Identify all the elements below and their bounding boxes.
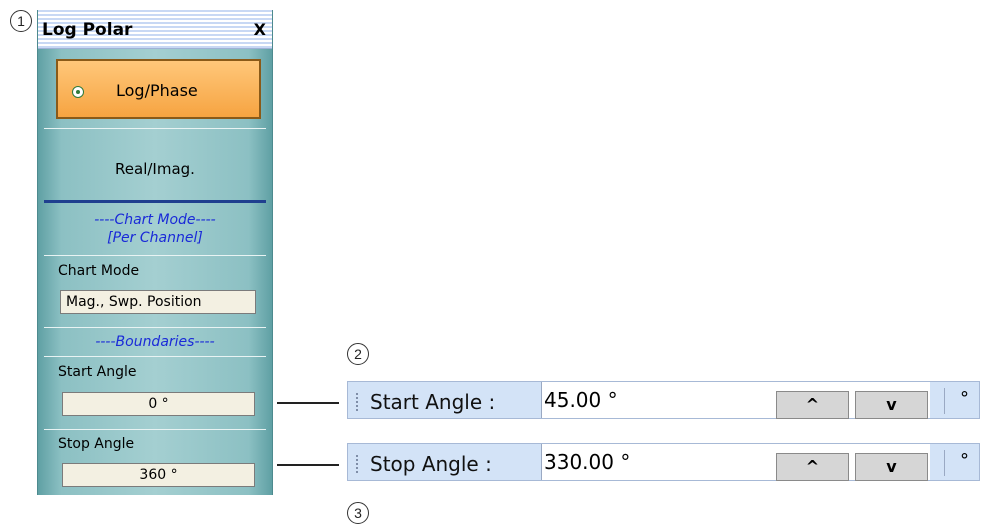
connector-line-stop	[277, 464, 339, 466]
start-angle-input[interactable]: 45.00 ° ^ v	[541, 382, 930, 419]
decrement-button[interactable]: v	[855, 453, 928, 481]
panel-title: Log Polar	[42, 20, 133, 40]
close-button[interactable]: X	[254, 20, 266, 39]
start-angle-input-value: 45.00 °	[544, 388, 618, 412]
drag-grip-icon[interactable]	[356, 455, 358, 473]
callout-2: 2	[347, 343, 369, 365]
selected-radio-icon	[72, 86, 84, 98]
connector-line-start	[277, 402, 339, 404]
per-channel-heading: [Per Channel]	[107, 230, 203, 246]
increment-button[interactable]: ^	[776, 453, 849, 481]
divider	[44, 327, 266, 328]
unit-degree-label: °	[960, 388, 969, 409]
start-angle-field[interactable]: 0 °	[62, 392, 255, 416]
divider	[944, 450, 945, 476]
panel-titlebar: Log Polar X	[38, 10, 272, 49]
divider	[44, 255, 266, 256]
callout-3: 3	[347, 502, 369, 524]
log-phase-label: Log/Phase	[116, 81, 198, 100]
stop-angle-input-value: 330.00 °	[544, 450, 631, 474]
stop-angle-label: Stop Angle	[58, 436, 135, 452]
stop-angle-field[interactable]: 360 °	[62, 463, 255, 487]
boundaries-section-heading: ----Boundaries----	[95, 334, 215, 350]
increment-button[interactable]: ^	[776, 391, 849, 419]
chart-mode-section-heading: ----Chart Mode----	[94, 212, 216, 228]
divider	[44, 356, 266, 357]
stop-angle-bar-label: Stop Angle :	[370, 452, 492, 476]
start-angle-label: Start Angle	[58, 364, 137, 380]
real-imag-button[interactable]: Real/Imag.	[38, 160, 272, 178]
callout-1: 1	[10, 10, 32, 32]
start-angle-input-bar: Start Angle : 45.00 ° ^ v °	[347, 381, 980, 419]
divider	[44, 128, 266, 129]
divider	[44, 429, 266, 430]
divider	[44, 200, 266, 203]
decrement-button[interactable]: v	[855, 391, 928, 419]
unit-degree-label: °	[960, 450, 969, 471]
chart-mode-field[interactable]: Mag., Swp. Position	[60, 290, 256, 314]
chart-mode-label: Chart Mode	[58, 263, 140, 279]
stop-angle-input-bar: Stop Angle : 330.00 ° ^ v °	[347, 443, 980, 481]
start-angle-bar-label: Start Angle :	[370, 390, 496, 414]
divider	[944, 388, 945, 414]
drag-grip-icon[interactable]	[356, 393, 358, 411]
log-polar-panel: Log Polar X Log/Phase Real/Imag. ----Cha…	[37, 10, 273, 495]
stop-angle-input[interactable]: 330.00 ° ^ v	[541, 444, 930, 481]
log-phase-button[interactable]: Log/Phase	[56, 59, 261, 119]
